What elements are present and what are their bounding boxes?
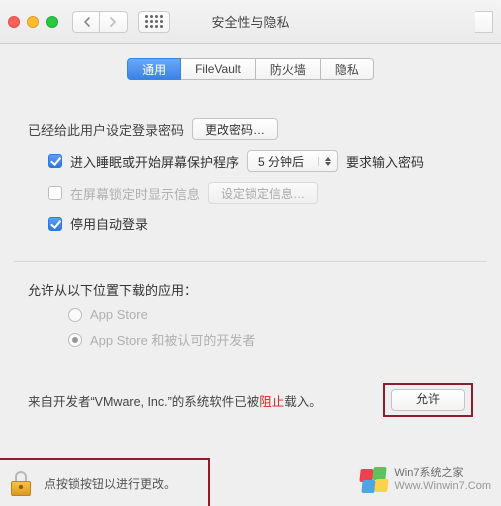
windows-flag-icon	[360, 467, 388, 493]
allow-button-highlight: 允许	[383, 383, 473, 417]
lock-hint-text: 点按锁按钮以进行更改。	[44, 475, 176, 492]
minimize-window-button[interactable]	[27, 16, 39, 28]
pref-tabs: 通用 FileVault 防火墙 隐私	[0, 58, 501, 80]
change-password-button[interactable]: 更改密码…	[192, 118, 278, 140]
set-lock-message-button: 设定锁定信息…	[208, 182, 318, 204]
tab-filevault[interactable]: FileVault	[181, 58, 256, 80]
tab-firewall[interactable]: 防火墙	[256, 58, 321, 80]
lock-message-label: 在屏幕锁定时显示信息	[70, 184, 200, 203]
show-all-prefs-button[interactable]	[138, 11, 170, 33]
radio-identified-developers	[68, 333, 82, 347]
chevron-updown-icon	[318, 157, 331, 166]
blocked-software-text: 来自开发者“VMware, Inc.”的系统软件已被阻止载入。	[28, 391, 322, 410]
password-status-text: 已经给此用户设定登录密码	[28, 120, 184, 139]
require-password-prefix: 进入睡眠或开始屏幕保护程序	[70, 152, 239, 171]
window-title: 安全性与隐私	[211, 12, 289, 31]
radio-identified-developers-label: App Store 和被认可的开发者	[90, 330, 255, 349]
require-password-checkbox[interactable]	[48, 154, 62, 168]
radio-app-store	[68, 308, 82, 322]
window-toolbar: 安全性与隐私	[0, 0, 501, 44]
lock-message-checkbox[interactable]	[48, 186, 62, 200]
back-button[interactable]	[72, 11, 100, 33]
lock-to-change-bar[interactable]: 点按锁按钮以进行更改。	[0, 458, 210, 506]
require-password-suffix: 要求输入密码	[346, 152, 424, 171]
radio-app-store-label: App Store	[90, 307, 148, 322]
watermark: Win7系统之家 Www.Winwin7.Com	[360, 467, 491, 495]
traffic-lights[interactable]	[8, 16, 58, 28]
lock-icon	[10, 470, 32, 496]
delay-value: 5 分钟后	[258, 153, 304, 170]
nav-buttons	[72, 11, 128, 33]
zoom-window-button[interactable]	[46, 16, 58, 28]
allow-button[interactable]: 允许	[391, 389, 465, 411]
watermark-line1: Win7系统之家	[394, 467, 491, 481]
tab-general[interactable]: 通用	[127, 58, 181, 80]
forward-button[interactable]	[100, 11, 128, 33]
close-window-button[interactable]	[8, 16, 20, 28]
tab-privacy[interactable]: 隐私	[321, 58, 374, 80]
disable-autologin-label: 停用自动登录	[70, 214, 148, 233]
require-password-delay-select[interactable]: 5 分钟后	[247, 150, 338, 172]
watermark-line2: Www.Winwin7.Com	[394, 480, 491, 494]
allow-apps-heading: 允许从以下位置下载的应用：	[28, 280, 473, 299]
disable-autologin-checkbox[interactable]	[48, 217, 62, 231]
search-field[interactable]	[475, 11, 493, 33]
grid-icon	[145, 15, 163, 28]
